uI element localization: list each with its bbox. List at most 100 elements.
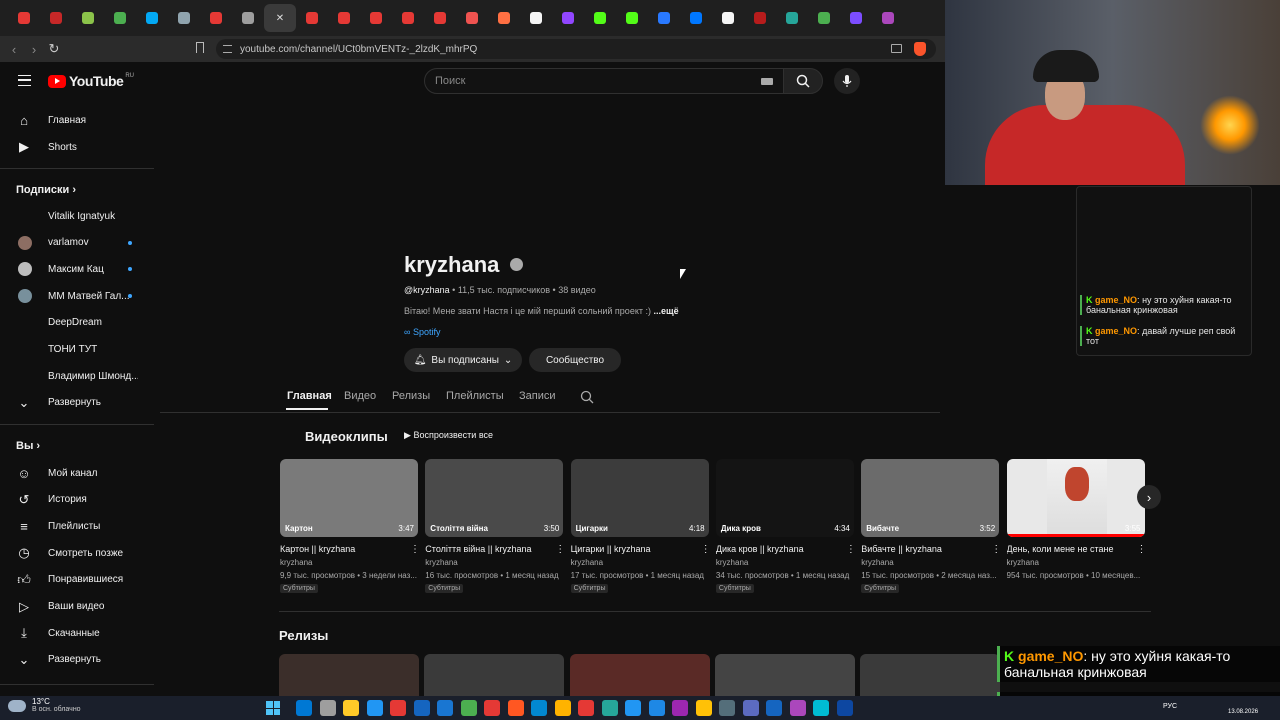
- sidebar-item-home[interactable]: ⌂ Главная: [0, 107, 154, 133]
- taskbar-app-icon[interactable]: [507, 700, 524, 716]
- browser-tab[interactable]: [200, 4, 232, 32]
- video-title[interactable]: Вибачте || kryzhana: [861, 544, 991, 554]
- browser-tab[interactable]: [232, 4, 264, 32]
- taskbar-app-icon[interactable]: [343, 700, 359, 716]
- browser-tab[interactable]: [872, 4, 904, 32]
- taskbar-app-icon[interactable]: [672, 700, 688, 716]
- browser-tab[interactable]: [136, 4, 168, 32]
- shelf-next-button[interactable]: ›: [1137, 485, 1161, 509]
- back-icon[interactable]: ‹: [4, 42, 24, 57]
- taskbar-app-icon[interactable]: [390, 700, 406, 716]
- browser-tab[interactable]: [8, 4, 40, 32]
- release-thumbnail[interactable]: [569, 654, 710, 696]
- taskbar-app-icon[interactable]: [648, 700, 665, 716]
- sidebar-item-shorts[interactable]: ▶ Shorts: [0, 134, 154, 160]
- taskbar-app-icon[interactable]: [437, 700, 453, 716]
- video-menu-icon[interactable]: ⋮: [991, 544, 1001, 555]
- browser-tab[interactable]: [424, 4, 456, 32]
- browser-tab[interactable]: [40, 4, 72, 32]
- channel-tab[interactable]: Плейлисты: [446, 390, 504, 402]
- video-thumbnail[interactable]: Дика кров 4:34: [715, 459, 854, 537]
- taskbar-app-icon[interactable]: [742, 700, 759, 716]
- taskbar-app-icon[interactable]: [531, 700, 547, 716]
- sidebar-item-subscription[interactable]: varlamov: [0, 230, 154, 256]
- browser-tab[interactable]: [104, 4, 136, 32]
- tray-date[interactable]: 13.08.2026: [1228, 709, 1258, 715]
- browser-tab[interactable]: [520, 4, 552, 32]
- sidebar-item-subscription[interactable]: ТОНИ ТУТ: [0, 337, 154, 363]
- video-thumbnail[interactable]: Вибачте 3:52: [861, 459, 1000, 537]
- browser-tab[interactable]: [488, 4, 520, 32]
- release-thumbnail[interactable]: [860, 654, 1001, 696]
- taskbar-app-icon[interactable]: [366, 700, 383, 716]
- sidebar-item-subscription[interactable]: Владимир Шмонд...: [0, 363, 154, 389]
- taskbar-app-icon[interactable]: [554, 700, 571, 716]
- channel-tab[interactable]: Видео: [344, 390, 376, 402]
- channel-tab[interactable]: Релизы: [392, 390, 430, 402]
- sidebar-item-you[interactable]: ↺ История: [0, 487, 154, 513]
- channel-search-icon[interactable]: [580, 390, 594, 409]
- video-channel[interactable]: kryzhana: [861, 558, 893, 567]
- video-channel[interactable]: kryzhana: [1007, 558, 1039, 567]
- weather-widget[interactable]: 13°C В осн. облачно: [8, 698, 81, 713]
- release-thumbnail[interactable]: [714, 654, 855, 696]
- video-title[interactable]: Цигарки || kryzhana: [571, 544, 701, 554]
- channel-description[interactable]: Вітаю! Мене звати Настя і це мій перший …: [404, 306, 679, 316]
- tray-lang[interactable]: РУС: [1163, 703, 1177, 710]
- taskbar-app-icon[interactable]: [719, 700, 735, 716]
- sidebar-item-you[interactable]: 👍︎ Понравившиеся: [0, 567, 154, 593]
- browser-tab[interactable]: [616, 4, 648, 32]
- video-thumbnail[interactable]: 3:55: [1006, 459, 1145, 537]
- bookmark-icon[interactable]: [196, 42, 204, 53]
- sidebar-item-subscription[interactable]: Vitalik Ignatyuk: [0, 203, 154, 229]
- start-button[interactable]: [266, 701, 280, 715]
- video-title[interactable]: Картон || kryzhana: [280, 544, 410, 554]
- community-button[interactable]: Сообщество: [529, 348, 621, 372]
- taskbar-app-icon[interactable]: [484, 700, 500, 716]
- video-channel[interactable]: kryzhana: [571, 558, 603, 567]
- browser-tab[interactable]: [72, 4, 104, 32]
- sidebar-item-you[interactable]: ☺ Мой канал: [0, 460, 154, 486]
- video-channel[interactable]: kryzhana: [280, 558, 312, 567]
- search-button[interactable]: [783, 68, 823, 94]
- channel-tab[interactable]: Главная: [287, 390, 332, 402]
- site-info-icon[interactable]: [223, 45, 232, 53]
- taskbar-app-icon[interactable]: [766, 700, 782, 716]
- video-menu-icon[interactable]: ⋮: [701, 544, 711, 555]
- close-icon[interactable]: ✕: [276, 13, 284, 24]
- video-channel[interactable]: kryzhana: [716, 558, 748, 567]
- taskbar-app-icon[interactable]: [601, 700, 618, 716]
- browser-tab[interactable]: [840, 4, 872, 32]
- sidebar-item-subscription[interactable]: MM Матвей Гал...: [0, 283, 154, 309]
- taskbar-app-icon[interactable]: [319, 700, 336, 716]
- cast-icon[interactable]: [891, 44, 902, 53]
- sidebar-item-you[interactable]: ⤓ Скачанные: [0, 620, 154, 646]
- sidebar-item-subscription[interactable]: Максим Кац: [0, 256, 154, 282]
- video-thumbnail[interactable]: Картон 3:47: [280, 459, 418, 537]
- browser-tab[interactable]: [680, 4, 712, 32]
- video-title[interactable]: День, коли мене не стане: [1007, 544, 1137, 554]
- video-menu-icon[interactable]: ⋮: [846, 544, 856, 555]
- subscriptions-heading[interactable]: Подписки ›: [16, 184, 76, 196]
- taskbar-app-icon[interactable]: [296, 700, 312, 716]
- you-heading[interactable]: Вы ›: [16, 440, 40, 452]
- browser-tab[interactable]: [808, 4, 840, 32]
- search-input[interactable]: Поиск: [424, 68, 784, 94]
- video-title[interactable]: Дика кров || kryzhana: [716, 544, 846, 554]
- browser-tab[interactable]: [360, 4, 392, 32]
- taskbar-app-icon[interactable]: [413, 700, 430, 716]
- sidebar-item-subscription[interactable]: DeepDream: [0, 310, 154, 336]
- taskbar-app-icon[interactable]: [836, 700, 853, 716]
- browser-tab[interactable]: [552, 4, 584, 32]
- release-thumbnail[interactable]: [424, 654, 565, 696]
- brave-shield-icon[interactable]: [914, 42, 926, 56]
- taskbar-app-icon[interactable]: [695, 700, 712, 716]
- taskbar-app-icon[interactable]: [578, 700, 594, 716]
- play-all-button[interactable]: ▶ Воспроизвести все: [404, 430, 493, 441]
- video-channel[interactable]: kryzhana: [425, 558, 457, 567]
- taskbar-app-icon[interactable]: [789, 700, 806, 716]
- browser-tab[interactable]: ✕: [264, 4, 296, 32]
- subscribed-button[interactable]: 🔔︎ Вы подписаны ⌄: [404, 348, 522, 372]
- channel-tab[interactable]: Записи: [519, 390, 556, 402]
- browser-tab[interactable]: [168, 4, 200, 32]
